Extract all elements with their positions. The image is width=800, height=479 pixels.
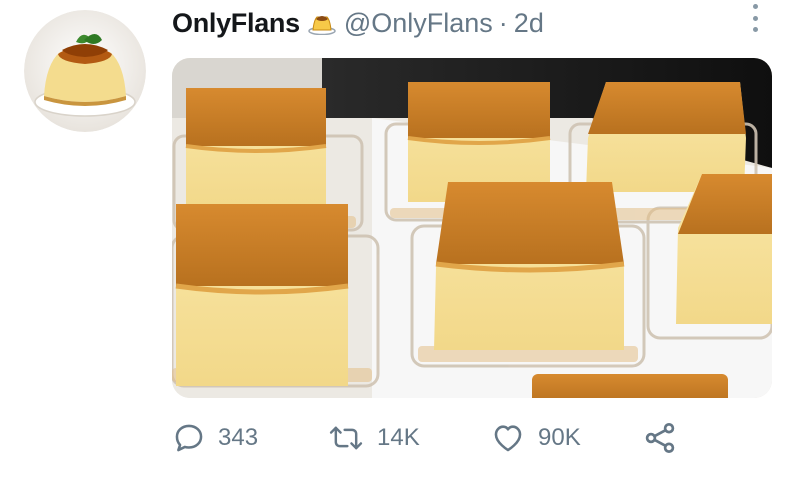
share-button[interactable] <box>642 416 678 460</box>
tweet: OnlyFlans @OnlyFlans · 2d 343 14K 90K <box>0 0 800 479</box>
like-button[interactable]: 90K <box>490 416 581 460</box>
display-name[interactable]: OnlyFlans <box>172 8 300 39</box>
tweet-media-image[interactable] <box>172 58 772 398</box>
tweet-actions: 343 14K 90K <box>172 416 732 460</box>
retweet-count: 14K <box>377 424 420 451</box>
separator: · <box>498 7 508 38</box>
share-icon <box>645 423 675 453</box>
retweet-icon <box>329 426 363 450</box>
timestamp[interactable]: 2d <box>514 8 544 39</box>
tweet-header: OnlyFlans @OnlyFlans · 2d <box>172 6 544 40</box>
flan-emoji-icon <box>308 11 336 35</box>
reply-count: 343 <box>218 424 259 451</box>
retweet-button[interactable]: 14K <box>327 416 420 460</box>
like-count: 90K <box>538 424 581 451</box>
reply-button[interactable]: 343 <box>172 416 258 460</box>
handle[interactable]: @OnlyFlans <box>344 8 493 39</box>
comment-icon <box>175 424 203 452</box>
more-vertical-icon[interactable] <box>748 2 762 34</box>
avatar[interactable] <box>24 10 146 132</box>
heart-icon <box>494 425 522 452</box>
